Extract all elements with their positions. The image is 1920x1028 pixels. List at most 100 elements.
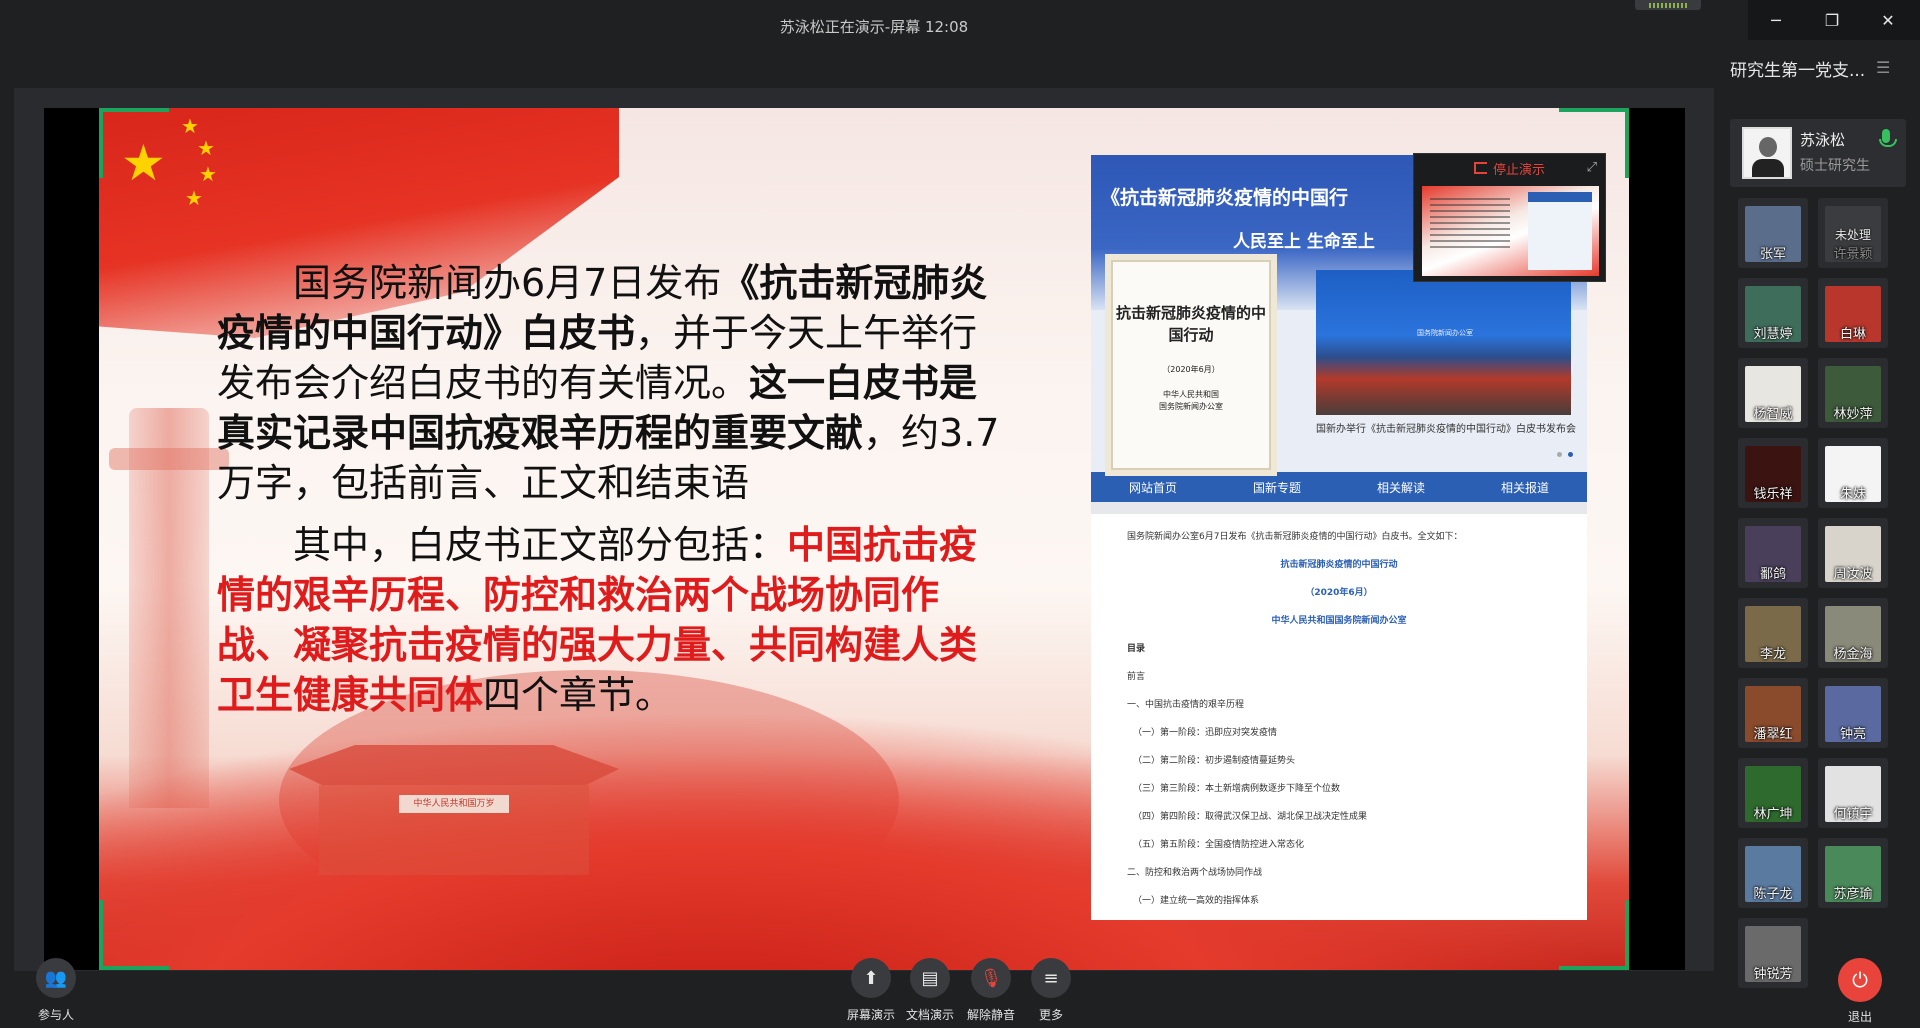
flag-small-star-icon: ★ <box>197 136 215 160</box>
presenter-name: 苏泳松 <box>1800 131 1846 149</box>
unmute-button[interactable]: 🎙 解除静音 <box>961 958 1021 1028</box>
menu-icon: ≡ <box>1031 958 1071 998</box>
mic-active-icon <box>1879 129 1897 147</box>
nav-reports: 相关报道 <box>1500 480 1549 495</box>
minimize-button[interactable]: ─ <box>1748 0 1804 40</box>
share-border-corner <box>99 108 169 178</box>
restore-button[interactable]: ❐ <box>1804 0 1860 40</box>
toc-item: （四）第四阶段：取得武汉保卫战、湖北保卫战决定性成果 <box>1133 812 1368 822</box>
toc-item: 一、中国抗击疫情的艰辛历程 <box>1127 700 1245 710</box>
window-title: 苏泳松正在演示-屏幕 12:08 <box>779 17 969 36</box>
presenter-role: 硕士研究生 <box>1800 158 1870 174</box>
participant-name: 钟锐芳 <box>1753 967 1793 982</box>
press-conference-photo: 国务院新闻办公室 <box>1316 270 1571 415</box>
participant-tile[interactable]: 林广坤 <box>1738 758 1808 828</box>
nav-interpretation: 相关解读 <box>1376 480 1425 495</box>
presenter-mini-preview: 停止演示 ⤢ <box>1413 153 1606 282</box>
webpage-banner-slogan: 人民至上 生命至上 <box>1233 232 1375 252</box>
participant-tile[interactable]: 白琳 <box>1818 278 1888 348</box>
participant-name: 潘翠红 <box>1753 727 1793 742</box>
exit-icon <box>1473 162 1487 174</box>
expand-icon[interactable]: ⤢ <box>1587 160 1597 175</box>
network-signal-icon <box>1635 0 1701 10</box>
participant-tile[interactable]: 鄱鸽 <box>1738 518 1808 588</box>
presentation-slide: ★ ★ ★ ★ ★ 中华人民共和国万岁 国务院新闻办6月7日发布《抗击新冠肺炎疫… <box>99 108 1629 970</box>
share-border-corner <box>99 900 169 970</box>
tiananmen-decoration: 中华人民共和国万岁 <box>289 715 619 875</box>
toc-item: （五）第五阶段：全国疫情防控进入常态化 <box>1133 840 1305 850</box>
participant-tile[interactable]: 林妙萍 <box>1818 358 1888 428</box>
participant-tile[interactable]: 周汝波 <box>1818 518 1888 588</box>
flag-small-star-icon: ★ <box>199 162 217 186</box>
toc-item: （三）第三阶段：本土新增病例数逐步下降至个位数 <box>1133 784 1341 794</box>
participant-tile[interactable]: 李龙 <box>1738 598 1808 668</box>
stop-presenting-button[interactable]: 停止演示 ⤢ <box>1414 154 1605 182</box>
participant-tile[interactable]: 陈子龙 <box>1738 838 1808 908</box>
carousel-dots <box>1557 452 1573 457</box>
close-button[interactable]: ✕ <box>1860 0 1916 40</box>
preview-thumbnail <box>1422 186 1599 276</box>
participant-name: 陈子龙 <box>1753 887 1793 902</box>
group-title: 研究生第一党支... <box>1730 61 1866 81</box>
presenter-card[interactable]: 苏泳松 硕士研究生 <box>1730 119 1906 187</box>
slide-paragraph-2: 其中，白皮书正文部分包括：中国抗击疫情的艰辛历程、防控和救治两个战场协同作战、凝… <box>217 523 978 717</box>
screen-share-icon: ⬆ <box>851 958 891 998</box>
participant-tile[interactable]: 何镇宇 <box>1818 758 1888 828</box>
participant-name: 刘慧婷 <box>1753 327 1793 342</box>
participant-tile[interactable]: 钟亮 <box>1818 678 1888 748</box>
participant-tile[interactable]: 杨金海 <box>1818 598 1888 668</box>
screen-share-button[interactable]: ⬆ 屏幕演示 <box>841 958 901 1028</box>
mic-muted-icon: 🎙 <box>971 958 1011 998</box>
participant-name: 许景颖 <box>1833 247 1873 262</box>
participant-name: 朱妹 <box>1839 487 1866 502</box>
participant-name: 白琳 <box>1839 327 1866 342</box>
participant-tile[interactable]: 刘慧婷 <box>1738 278 1808 348</box>
people-icon: 👥 <box>36 958 76 998</box>
webpage-article: 国务院新闻办公室6月7日发布《抗击新冠肺炎疫情的中国行动》白皮书。全文如下： 抗… <box>1091 514 1587 908</box>
participant-name: 林广坤 <box>1753 807 1793 822</box>
share-border-corner <box>1559 900 1629 970</box>
title-bar: 苏泳松正在演示-屏幕 12:08 <box>0 0 1748 52</box>
exit-meeting-button[interactable]: ⏻ 退出 <box>1830 958 1890 1028</box>
participant-tile[interactable]: 苏彦瑜 <box>1818 838 1888 908</box>
participant-tile[interactable]: 潘翠红 <box>1738 678 1808 748</box>
doc-share-button[interactable]: ▤ 文档演示 <box>900 958 960 1028</box>
flag-small-star-icon: ★ <box>185 186 203 210</box>
slide-body-text: 国务院新闻办6月7日发布《抗击新冠肺炎疫情的中国行动》白皮书，并于今天上午举行发… <box>217 258 1007 732</box>
nav-topics: 国新专题 <box>1252 480 1301 495</box>
webpage-hero: 抗击新冠肺炎疫情的中国行动 （2020年6月） 中华人民共和国 国务院新闻办公室 … <box>1091 260 1587 472</box>
participant-tile[interactable]: 朱妹 <box>1818 438 1888 508</box>
participant-tile[interactable]: 钱乐祥 <box>1738 438 1808 508</box>
participant-name: 林妙萍 <box>1833 407 1873 422</box>
folder-icon: ▤ <box>910 958 950 998</box>
participant-tile[interactable]: 钟锐芳 <box>1738 918 1808 988</box>
participant-name: 钟亮 <box>1839 727 1866 742</box>
participant-name: 李龙 <box>1759 647 1786 662</box>
toc-item: （一）建立统一高效的指挥体系 <box>1133 896 1260 906</box>
avatar <box>1742 127 1792 179</box>
participant-tile[interactable]: 未处理 许景颖 <box>1818 198 1888 268</box>
whitepaper-cover: 抗击新冠肺炎疫情的中国行动 （2020年6月） 中华人民共和国 国务院新闻办公室 <box>1111 260 1271 470</box>
webpage-banner-title: 《抗击新冠肺炎疫情的中国行 <box>1101 187 1349 209</box>
toc-item: 前言 <box>1127 672 1146 682</box>
participant-name: 周汝波 <box>1833 567 1873 582</box>
participant-tile[interactable]: 杨智威 <box>1738 358 1808 428</box>
toc-item: （一）第一阶段：迅即应对突发疫情 <box>1133 728 1278 738</box>
toc-item: （二）第二阶段：初步遏制疫情蔓延势头 <box>1133 756 1296 766</box>
more-button[interactable]: ≡ 更多 <box>1021 958 1081 1028</box>
toc-item: 二、防控和救治两个战场协同作战 <box>1127 868 1263 878</box>
webpage-nav: 网站首页 国新专题 相关解读 相关报道 <box>1091 472 1587 502</box>
participant-name: 苏彦瑜 <box>1833 887 1873 902</box>
tiananmen-plaque: 中华人民共和国万岁 <box>399 795 509 813</box>
list-toggle-icon[interactable]: ☰ <box>1876 58 1890 77</box>
participant-name: 钱乐祥 <box>1753 487 1793 502</box>
participant-status: 未处理 <box>1834 228 1871 242</box>
participant-name: 何镇宇 <box>1833 807 1873 822</box>
participants-button[interactable]: 👥 参与人 <box>26 958 86 1028</box>
photo-caption: 国新办举行《抗击新冠肺炎疫情的中国行动》白皮书发布会 <box>1316 424 1576 435</box>
participant-name: 杨金海 <box>1833 647 1873 662</box>
participant-name: 杨智威 <box>1753 407 1793 422</box>
participant-name: 鄱鸽 <box>1759 567 1786 582</box>
slide-paragraph-1: 国务院新闻办6月7日发布《抗击新冠肺炎疫情的中国行动》白皮书，并于今天上午举行发… <box>217 261 1000 505</box>
participant-tile[interactable]: 张军 <box>1738 198 1808 268</box>
